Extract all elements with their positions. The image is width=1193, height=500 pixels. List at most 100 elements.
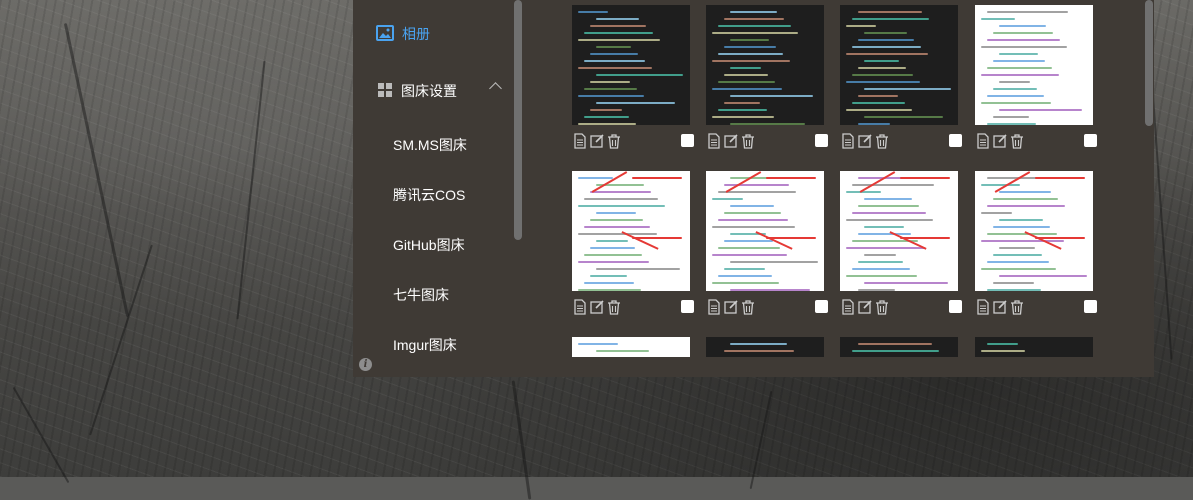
thumbnail-content bbox=[981, 46, 1067, 48]
thumbnail-content bbox=[987, 95, 1044, 97]
edit-icon[interactable] bbox=[992, 299, 1008, 315]
image-thumbnail[interactable] bbox=[975, 5, 1093, 125]
image-thumbnail[interactable] bbox=[572, 337, 690, 357]
image-thumbnail[interactable] bbox=[975, 171, 1093, 291]
copy-icon[interactable] bbox=[975, 299, 991, 315]
nav-album-label: 相册 bbox=[402, 26, 430, 42]
select-checkbox[interactable] bbox=[949, 134, 962, 147]
copy-icon[interactable] bbox=[840, 299, 856, 315]
thumbnail-content bbox=[578, 233, 657, 235]
thumbnail-content bbox=[724, 46, 776, 48]
thumbnail-content bbox=[578, 123, 636, 125]
chevron-up-icon[interactable] bbox=[489, 82, 502, 95]
thumbnail-content bbox=[864, 60, 899, 62]
image-thumbnail[interactable] bbox=[706, 337, 824, 357]
sidebar-item-tencent-cos[interactable]: 腾讯云COS bbox=[393, 185, 465, 205]
image-thumbnail[interactable] bbox=[840, 337, 958, 357]
thumbnail-content bbox=[724, 212, 781, 214]
copy-icon[interactable] bbox=[706, 133, 722, 149]
image-thumbnail[interactable] bbox=[706, 5, 824, 125]
trash-icon[interactable] bbox=[874, 299, 890, 315]
image-thumbnail[interactable] bbox=[706, 171, 824, 291]
gallery-scrollbar[interactable] bbox=[1145, 0, 1153, 126]
thumbnail-content bbox=[981, 18, 1015, 20]
edit-icon[interactable] bbox=[857, 299, 873, 315]
thumbnail-content bbox=[852, 74, 913, 76]
image-icon bbox=[376, 24, 394, 44]
copy-icon[interactable] bbox=[572, 133, 588, 149]
edit-icon[interactable] bbox=[723, 299, 739, 315]
thumbnail-content bbox=[981, 240, 1064, 242]
thumbnail-content bbox=[584, 88, 637, 90]
thumbnail-content bbox=[712, 116, 774, 118]
image-thumbnail[interactable] bbox=[840, 5, 958, 125]
edit-icon[interactable] bbox=[723, 133, 739, 149]
thumbnail-content bbox=[578, 11, 608, 13]
thumbnail-content bbox=[846, 219, 933, 221]
nav-settings-label: 图床设置 bbox=[401, 83, 457, 99]
thumbnail-content bbox=[999, 219, 1043, 221]
select-checkbox[interactable] bbox=[1084, 300, 1097, 313]
edit-icon[interactable] bbox=[857, 133, 873, 149]
thumbnail-content bbox=[981, 212, 1012, 214]
image-thumbnail[interactable] bbox=[572, 5, 690, 125]
trash-icon[interactable] bbox=[606, 133, 622, 149]
annotation-arrow bbox=[725, 171, 762, 193]
edit-icon[interactable] bbox=[589, 299, 605, 315]
select-checkbox[interactable] bbox=[681, 134, 694, 147]
copy-icon[interactable] bbox=[840, 133, 856, 149]
image-thumbnail[interactable] bbox=[975, 337, 1093, 357]
thumbnail-content bbox=[724, 102, 760, 104]
sidebar: 相册 图床设置 SM.MS图床 腾讯云COS GitHub图床 七牛图床 Img… bbox=[353, 0, 523, 377]
thumbnail-content bbox=[590, 81, 630, 83]
thumbnail-content bbox=[712, 254, 787, 256]
copy-icon[interactable] bbox=[975, 133, 991, 149]
nav-image-host-settings[interactable]: 图床设置 bbox=[377, 81, 457, 101]
sidebar-item-smms[interactable]: SM.MS图床 bbox=[393, 135, 467, 155]
trash-icon[interactable] bbox=[1009, 299, 1025, 315]
thumbnail-content bbox=[724, 240, 773, 242]
image-thumbnail[interactable] bbox=[572, 171, 690, 291]
thumbnail-content bbox=[584, 254, 642, 256]
trash-icon[interactable] bbox=[740, 299, 756, 315]
thumbnail-content bbox=[718, 109, 767, 111]
edit-icon[interactable] bbox=[589, 133, 605, 149]
trash-icon[interactable] bbox=[1009, 133, 1025, 149]
edit-icon[interactable] bbox=[992, 133, 1008, 149]
thumbnail-content bbox=[981, 102, 1051, 104]
select-checkbox[interactable] bbox=[1084, 134, 1097, 147]
thumbnail-content bbox=[846, 191, 881, 193]
copy-icon[interactable] bbox=[706, 299, 722, 315]
nav-album[interactable]: 相册 bbox=[376, 24, 430, 44]
sidebar-item-github[interactable]: GitHub图床 bbox=[393, 235, 465, 255]
annotation-text bbox=[766, 237, 816, 239]
trash-icon[interactable] bbox=[874, 133, 890, 149]
trash-icon[interactable] bbox=[606, 299, 622, 315]
thumbnail-content bbox=[852, 102, 905, 104]
sidebar-scrollbar[interactable] bbox=[514, 0, 522, 240]
thumbnail-content bbox=[846, 247, 925, 249]
thumbnail-content bbox=[578, 177, 613, 179]
thumbnail-content bbox=[981, 350, 1025, 352]
select-checkbox[interactable] bbox=[949, 300, 962, 313]
select-checkbox[interactable] bbox=[681, 300, 694, 313]
thumbnail-content bbox=[712, 282, 779, 284]
grid-icon bbox=[377, 82, 393, 101]
annotation-arrow bbox=[591, 171, 628, 193]
thumbnail-content bbox=[718, 247, 780, 249]
sidebar-item-qiniu[interactable]: 七牛图床 bbox=[393, 285, 449, 305]
thumbnail-actions bbox=[975, 299, 1097, 315]
thumbnail-content bbox=[730, 67, 761, 69]
select-checkbox[interactable] bbox=[815, 134, 828, 147]
sidebar-item-imgur[interactable]: Imgur图床 bbox=[393, 335, 457, 355]
info-icon[interactable]: i bbox=[359, 358, 372, 371]
trash-icon[interactable] bbox=[740, 133, 756, 149]
thumbnail-content bbox=[987, 261, 1049, 263]
annotation-text bbox=[632, 237, 682, 239]
image-thumbnail[interactable] bbox=[840, 171, 958, 291]
thumbnail-content bbox=[578, 39, 660, 41]
thumbnail-content bbox=[596, 102, 675, 104]
copy-icon[interactable] bbox=[572, 299, 588, 315]
select-checkbox[interactable] bbox=[815, 300, 828, 313]
thumbnail-content bbox=[578, 205, 665, 207]
